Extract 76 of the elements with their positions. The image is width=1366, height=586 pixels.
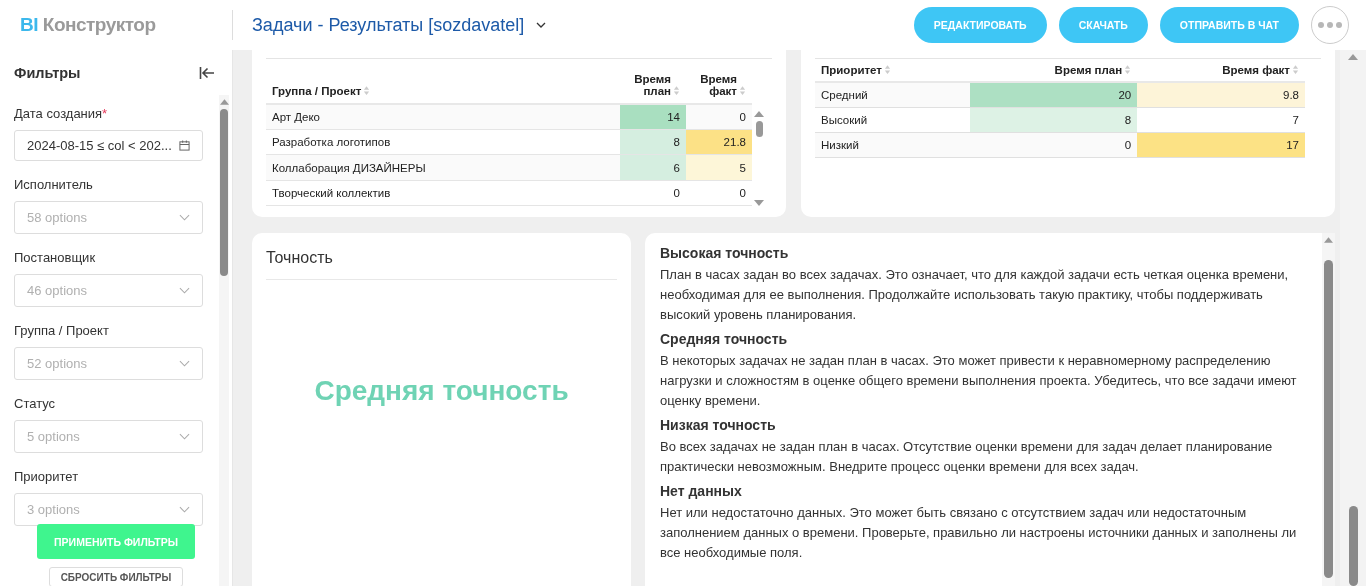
chevron-down-icon [179, 214, 190, 221]
column-header[interactable]: Время факт [1222, 64, 1290, 76]
sidebar-title: Фильтры [14, 64, 81, 81]
more-button[interactable] [1311, 6, 1349, 44]
table-cell: 5 [686, 155, 752, 181]
sort-icon[interactable] [884, 64, 891, 75]
column-header[interactable]: Приоритет [821, 64, 882, 76]
filter-label: Приоритет [14, 469, 80, 485]
column-header[interactable]: Группа / Проект [272, 85, 362, 97]
table-cell: 0 [969, 132, 1138, 158]
table-cell: 8 [969, 107, 1138, 133]
chevron-down-icon [179, 287, 190, 294]
note-text: План в часах задан во всех задачах. Это означает, что для каждой задачи есть четкая оценка времени, необходимая для ее выполнения. Продолжайте использовать такую практику, чтобы поддерживать высокий уровень планирования. [660, 266, 1290, 324]
note-heading: Нет данных [660, 483, 743, 499]
table-cell: Арт Деко [266, 104, 620, 130]
column-header[interactable]: Время факт [697, 73, 737, 97]
date-range-field[interactable]: 2024-08-15 ≤ col < 202... [14, 130, 203, 161]
table-cell: Низкий [815, 132, 970, 158]
dashboard-title[interactable]: Задачи - Результаты [sozdavatel] [252, 14, 525, 36]
scroll-thumb[interactable] [1348, 506, 1358, 586]
table-cell: 7 [1137, 107, 1305, 133]
table-cell: 21.8 [686, 129, 752, 155]
calendar-icon [179, 140, 190, 151]
table-cell: Коллаборация ДИЗАЙНЕРЫ [266, 155, 620, 181]
table-cell: Высокий [815, 107, 970, 133]
collapse-icon[interactable] [199, 65, 215, 80]
scroll-up-icon[interactable] [219, 99, 229, 105]
scroll-up-icon[interactable] [1324, 237, 1333, 243]
filter-label: Группа / Проект [14, 323, 110, 339]
chevron-down-icon [179, 360, 190, 367]
note-text: В некоторых задачах не задан план в часах. Это может привести к неравномерному распределению нагрузки и сложностям в оценке общего времени выполнения проекта. Убедитесь, что все задачи имеют оценку времени. [660, 352, 1298, 410]
column-header[interactable]: Время план [631, 73, 671, 97]
table-cell: 14 [620, 104, 686, 130]
scroll-thumb[interactable] [1324, 260, 1333, 578]
sort-icon[interactable] [1292, 64, 1299, 75]
chevron-down-icon[interactable] [536, 22, 547, 28]
more-icon [1317, 22, 1343, 28]
table-cell: 0 [620, 180, 686, 206]
note-heading: Средняя точность [660, 331, 789, 347]
table-cell: Средний [815, 82, 970, 108]
table-cell: 0 [686, 180, 752, 206]
scroll-thumb[interactable] [755, 121, 763, 137]
sort-icon[interactable] [739, 85, 746, 96]
table-cell: 20 [969, 82, 1138, 108]
scrollbar[interactable] [1322, 233, 1335, 586]
table-cell: 6 [620, 155, 686, 181]
scrollbar[interactable] [1340, 50, 1366, 586]
note-text: Нет или недостаточно данных. Это может быть связано с отсутствием задач или недостаточным заполнением данных о времени. Проверьте, правильно ли настроены источники данных и заполнены ли все необходимые поля. [660, 504, 1298, 562]
sort-icon[interactable] [363, 85, 371, 96]
chevron-down-icon [179, 506, 190, 513]
column-header[interactable]: Время план [1054, 64, 1123, 76]
filter-label: Исполнитель [14, 177, 94, 193]
table-cell: 8 [620, 129, 686, 155]
scroll-down-icon[interactable] [754, 200, 764, 206]
filter-label: Дата создания* [14, 106, 109, 122]
table-cell: 17 [1137, 132, 1305, 158]
note-heading: Низкая точность [660, 417, 777, 433]
sort-icon[interactable] [673, 85, 680, 96]
accuracy-result: Средняя точность [314, 375, 569, 407]
filter-label: Постановщик [14, 250, 97, 266]
scroll-thumb[interactable] [220, 109, 228, 276]
reset-filters-button[interactable]: СБРОСИТЬ ФИЛЬТРЫ [49, 567, 183, 586]
chevron-down-icon [179, 433, 190, 440]
scrollbar[interactable] [219, 95, 229, 586]
note-text: Во всех задачах не задан план в часах. Отсутствие оценки времени для задач делает планирование практически невозможным. Внедрите процесс оценки времени для всех задач. [660, 438, 1274, 476]
note-heading: Высокая точность [660, 245, 790, 261]
table-cell: Разработка логотипов [266, 129, 620, 155]
scroll-up-icon[interactable] [1348, 54, 1358, 60]
table-cell: Творческий коллектив [266, 180, 620, 206]
table-cell: 9.8 [1137, 82, 1305, 108]
card-title: Точность [266, 233, 617, 280]
filter-label: Статус [14, 396, 57, 412]
table-cell: 0 [686, 104, 752, 130]
sort-icon[interactable] [1124, 64, 1132, 75]
app-logo: BI Конструктор [20, 14, 157, 36]
scroll-up-icon[interactable] [754, 111, 764, 117]
